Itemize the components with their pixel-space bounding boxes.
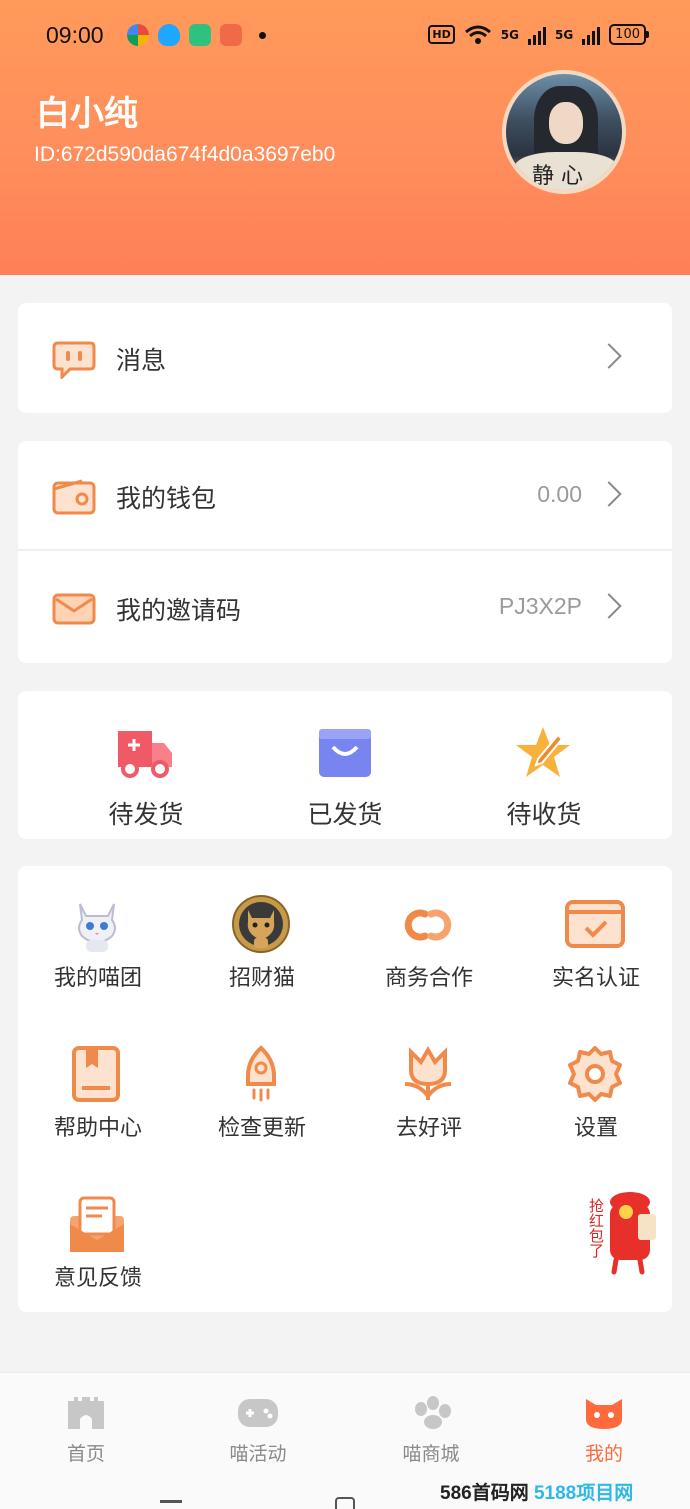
service-label: 意见反馈 <box>53 1266 142 1291</box>
rocket-icon <box>246 1045 276 1102</box>
status-bar: 09:00 HD 5G 5G 100 <box>0 18 690 54</box>
wallet-card: 我的钱包 0.00 我的邀请码 PJ3X2P <box>18 441 672 663</box>
order-label: 待收货 <box>506 800 582 829</box>
avatar-fan-text: 静 心 <box>532 164 583 189</box>
signal-2-label: 5G <box>554 27 574 42</box>
service-lucky-cat[interactable]: 招财猫 <box>182 866 342 996</box>
message-row[interactable]: 消息 <box>18 303 672 413</box>
service-real-name-verification[interactable]: 实名认证 <box>516 866 676 996</box>
watermark-suffix: 5188项目网 <box>533 1483 634 1504</box>
hd-badge: HD <box>428 25 455 44</box>
chevron-right-icon <box>596 481 622 507</box>
status-time: 09:00 <box>46 22 104 48</box>
tab-label: 我的 <box>584 1443 623 1465</box>
divider <box>18 549 672 551</box>
invite-envelope-icon <box>52 593 96 625</box>
star-pen-icon <box>516 727 570 777</box>
avatar[interactable]: 静 心 <box>502 70 626 194</box>
service-label: 招财猫 <box>228 966 295 991</box>
message-bubble-icon <box>52 341 96 379</box>
service-label: 我的喵团 <box>53 966 142 991</box>
red-packet-text: 抢红包了 <box>587 1198 605 1258</box>
service-label: 实名认证 <box>551 966 640 991</box>
wallet-row[interactable]: 我的钱包 0.00 <box>18 441 672 551</box>
app-notification-icon <box>127 24 149 46</box>
chevron-right-icon <box>596 593 622 619</box>
tab-label: 首页 <box>66 1443 105 1465</box>
gamepad-icon <box>238 1399 278 1427</box>
invite-code-row[interactable]: 我的邀请码 PJ3X2P <box>18 553 672 663</box>
order-pending-shipment[interactable]: 待发货 <box>46 691 246 839</box>
order-label: 已发货 <box>307 800 383 829</box>
cat-icon <box>78 903 116 952</box>
service-label: 检查更新 <box>217 1116 306 1141</box>
feedback-envelope-icon <box>70 1196 124 1252</box>
service-check-update[interactable]: 检查更新 <box>182 1016 342 1146</box>
paw-icon <box>415 1396 451 1429</box>
invite-code-label: 我的邀请码 <box>116 596 242 625</box>
message-card: 消息 <box>18 303 672 413</box>
tab-label: 喵活动 <box>229 1443 287 1465</box>
app-notification-icon <box>220 24 242 46</box>
watermark-prefix: 586首码网 <box>440 1483 529 1504</box>
tab-cat-activity[interactable]: 喵活动 <box>172 1373 344 1473</box>
message-label: 消息 <box>116 346 167 375</box>
castle-icon <box>68 1397 104 1429</box>
gear-icon <box>568 1046 622 1102</box>
shopping-bag-icon <box>319 729 371 777</box>
order-label: 待发货 <box>108 800 184 829</box>
red-packet-floating-button[interactable]: 抢红包了 <box>580 1184 662 1276</box>
avatar-face <box>549 102 583 144</box>
app-notification-icon <box>189 24 211 46</box>
signal-bars-icon <box>527 25 546 45</box>
service-business-cooperation[interactable]: 商务合作 <box>349 866 509 996</box>
service-label: 商务合作 <box>384 966 473 991</box>
orders-card: 待发货 已发货 待收货 <box>18 691 672 839</box>
link-icon <box>404 909 452 941</box>
nav-menu-icon[interactable] <box>160 1500 182 1503</box>
service-feedback[interactable]: 意见反馈 <box>18 1166 178 1296</box>
order-pending-receipt[interactable]: 待收货 <box>444 691 644 839</box>
service-my-cat-group[interactable]: 我的喵团 <box>18 866 178 996</box>
cat-face-icon <box>586 1399 622 1429</box>
service-rate-us[interactable]: 去好评 <box>349 1016 509 1146</box>
tab-home[interactable]: 首页 <box>0 1373 172 1473</box>
qq-notification-icon <box>158 24 180 46</box>
nav-home-icon[interactable] <box>335 1497 355 1509</box>
service-label: 设置 <box>573 1116 618 1141</box>
service-help-center[interactable]: 帮助中心 <box>18 1016 178 1146</box>
flower-icon <box>404 1046 452 1100</box>
tab-label: 喵商城 <box>402 1443 460 1465</box>
wallet-icon <box>52 479 96 515</box>
status-indicators: HD 5G 5G 100 <box>428 24 649 45</box>
battery-icon: 100 <box>609 24 649 45</box>
lucky-cat-icon <box>232 895 290 953</box>
status-notification-icons <box>127 24 266 46</box>
service-label: 去好评 <box>395 1116 462 1141</box>
signal-1-label: 5G <box>500 27 519 42</box>
tab-mine[interactable]: 我的 <box>518 1373 690 1473</box>
invite-code-value: PJ3X2P <box>498 593 582 619</box>
service-label: 帮助中心 <box>53 1116 142 1141</box>
more-notifications-dot <box>259 31 266 39</box>
chevron-right-icon <box>596 343 622 369</box>
user-id: ID:672d590da674f4d0a3697eb0 <box>34 143 336 166</box>
wifi-icon <box>464 25 491 44</box>
help-book-icon <box>72 1046 120 1102</box>
wallet-label: 我的钱包 <box>116 484 217 513</box>
delivery-truck-icon <box>118 731 172 778</box>
signal-bars-icon <box>582 25 601 45</box>
tab-cat-mall[interactable]: 喵商城 <box>345 1373 517 1473</box>
watermark: 586首码网 5188项目网 <box>440 1478 633 1505</box>
order-shipped[interactable]: 已发货 <box>245 691 445 839</box>
services-card: 我的喵团 招财猫 商务合作 实名认证 帮助中心 检查更新 去好评 设置 意见反馈 <box>18 866 672 1312</box>
user-name: 白小纯 <box>36 94 138 134</box>
id-check-icon <box>565 900 625 948</box>
wallet-balance: 0.00 <box>537 481 582 507</box>
service-settings[interactable]: 设置 <box>516 1016 676 1146</box>
